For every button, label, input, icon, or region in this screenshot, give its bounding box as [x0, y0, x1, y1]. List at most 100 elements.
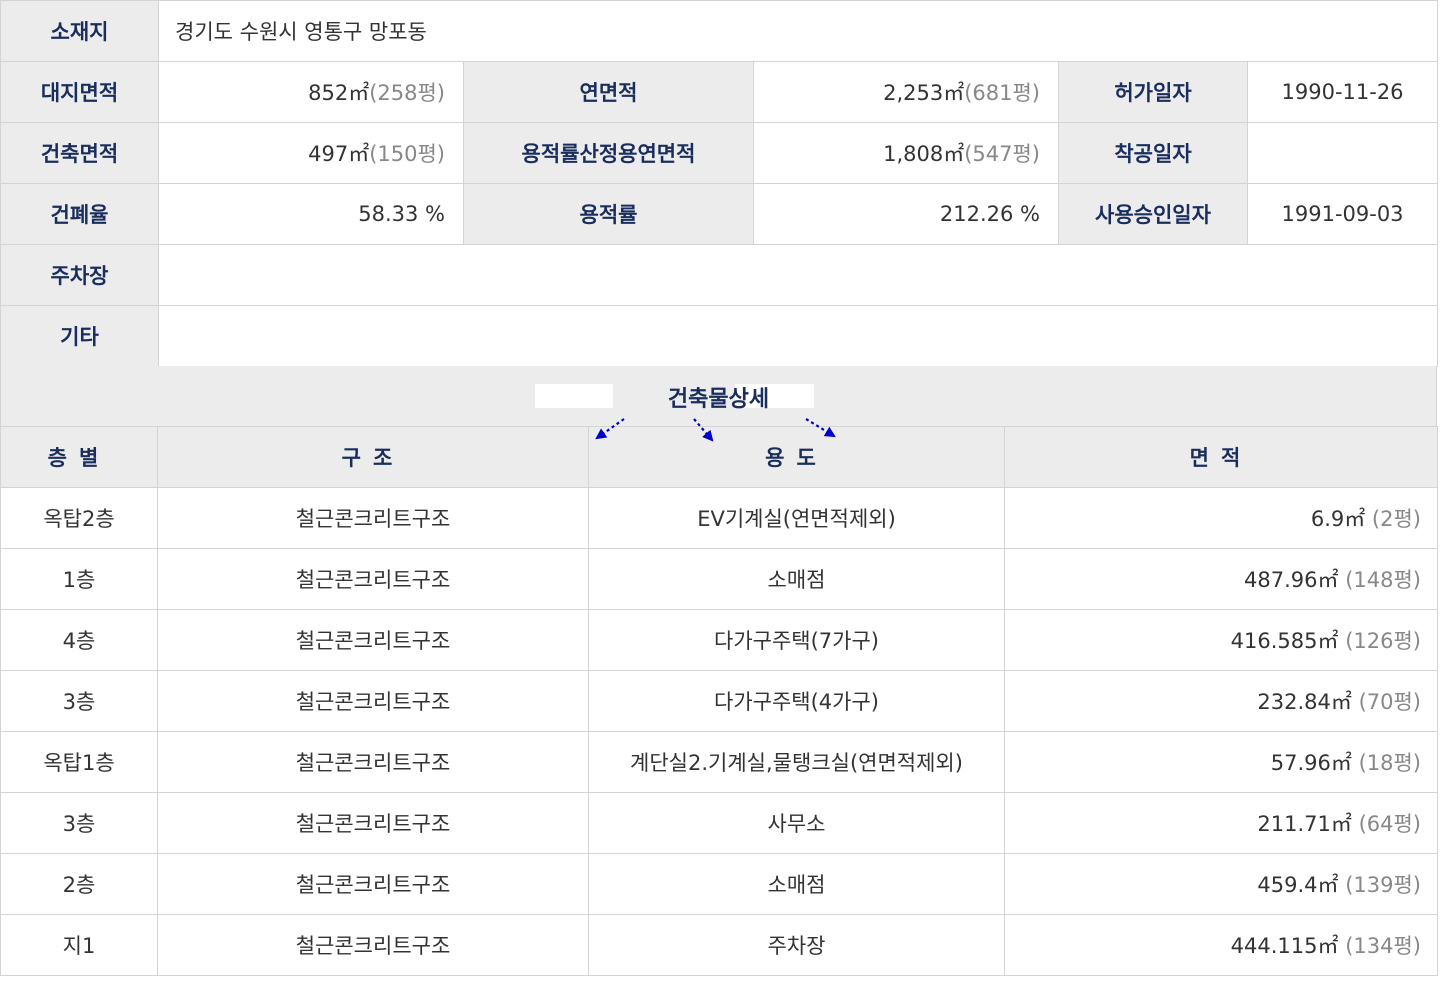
- coverage-label: 건폐율: [0, 183, 159, 245]
- area-cell: 416.585㎡ (126평): [1004, 609, 1438, 671]
- row-parking: 주차장: [0, 244, 1439, 306]
- structure-cell: 철근콘크리트구조: [157, 792, 589, 854]
- usage-cell: 다가구주택(4가구): [588, 670, 1005, 732]
- total-floor-area-cell: 2,253㎡(681평): [753, 61, 1059, 123]
- area-pyeong: (134평): [1345, 934, 1421, 958]
- etc-label: 기타: [0, 305, 159, 367]
- start-date-value: [1246, 122, 1439, 184]
- area-pyeong: (2평): [1371, 507, 1421, 531]
- floor-cell: 3층: [0, 670, 158, 732]
- structure-cell: 철근콘크리트구조: [157, 670, 589, 732]
- usage-cell: 주차장: [588, 914, 1005, 976]
- structure-cell: 철근콘크리트구조: [157, 609, 589, 671]
- area-value: 416.585㎡: [1230, 629, 1339, 653]
- area-pyeong: (70평): [1358, 690, 1421, 714]
- table-row: 4층 철근콘크리트구조 다가구주택(7가구) 416.585㎡ (126평): [0, 609, 1438, 671]
- parking-value: [157, 244, 1439, 306]
- row-location: 소재지 경기도 수원시 영통구 망포동: [0, 0, 1439, 62]
- far-floor-area-cell: 1,808㎡(547평): [753, 122, 1059, 184]
- area-pyeong: (148평): [1345, 568, 1421, 592]
- floor-cell: 3층: [0, 792, 158, 854]
- row-coverage: 건폐율 58.33 % 용적률 212.26 % 사용승인일자 1991-09-…: [0, 183, 1439, 245]
- table-row: 2층 철근콘크리트구조 소매점 459.4㎡ (139평): [0, 853, 1438, 915]
- far-floor-area-pyeong: (547평): [964, 142, 1040, 166]
- land-area-label: 대지면적: [0, 61, 159, 123]
- building-info-page: 소재지 경기도 수원시 영통구 망포동 대지면적 852㎡(258평) 연면적 …: [0, 0, 1440, 982]
- area-cell: 6.9㎡ (2평): [1004, 487, 1438, 549]
- building-area-value: 497㎡: [308, 142, 370, 166]
- building-detail-table: 층별 구조 용도 면적 옥탑2층 철근콘크리트구조 EV기계실(연면적제외) 6…: [0, 426, 1438, 976]
- coverage-value: 58.33 %: [158, 183, 464, 245]
- table-row: 3층 철근콘크리트구조 다가구주택(4가구) 232.84㎡ (70평): [0, 670, 1438, 732]
- structure-cell: 철근콘크리트구조: [157, 731, 589, 793]
- usage-cell: 다가구주택(7가구): [588, 609, 1005, 671]
- area-cell: 487.96㎡ (148평): [1004, 548, 1438, 610]
- usage-cell: 소매점: [588, 853, 1005, 915]
- table-row: 옥탑1층 철근콘크리트구조 계단실2.기계실,물탱크실(연면적제외) 57.96…: [0, 731, 1438, 793]
- total-floor-area-label: 연면적: [463, 61, 754, 123]
- area-value: 444.115㎡: [1230, 934, 1339, 958]
- row-land-area: 대지면적 852㎡(258평) 연면적 2,253㎡(681평) 허가일자 19…: [0, 61, 1439, 123]
- area-cell: 211.71㎡ (64평): [1004, 792, 1438, 854]
- total-floor-area-pyeong: (681평): [964, 81, 1040, 105]
- area-pyeong: (18평): [1358, 751, 1421, 775]
- start-date-label: 착공일자: [1058, 122, 1248, 184]
- area-value: 6.9㎡: [1310, 507, 1366, 531]
- area-value: 211.71㎡: [1257, 812, 1352, 836]
- total-floor-area-value: 2,253㎡: [883, 81, 965, 105]
- table-row: 3층 철근콘크리트구조 사무소 211.71㎡ (64평): [0, 792, 1438, 854]
- floor-cell: 옥탑1층: [0, 731, 158, 793]
- area-value: 232.84㎡: [1257, 690, 1352, 714]
- structure-cell: 철근콘크리트구조: [157, 548, 589, 610]
- far-label: 용적률: [463, 183, 754, 245]
- arrow-right-icon: [805, 418, 836, 438]
- area-cell: 232.84㎡ (70평): [1004, 670, 1438, 732]
- floor-cell: 옥탑2층: [0, 487, 158, 549]
- building-summary-table: 소재지 경기도 수원시 영통구 망포동 대지면적 852㎡(258평) 연면적 …: [0, 0, 1439, 367]
- location-label: 소재지: [0, 0, 159, 62]
- usage-cell: 계단실2.기계실,물탱크실(연면적제외): [588, 731, 1005, 793]
- structure-cell: 철근콘크리트구조: [157, 853, 589, 915]
- approval-date-label: 사용승인일자: [1058, 183, 1248, 245]
- area-cell: 459.4㎡ (139평): [1004, 853, 1438, 915]
- area-pyeong: (139평): [1345, 873, 1421, 897]
- row-building-area: 건축면적 497㎡(150평) 용적률산정용연면적 1,808㎡(547평) 착…: [0, 122, 1439, 184]
- location-value: 경기도 수원시 영통구 망포동: [157, 0, 1439, 62]
- usage-cell: 사무소: [588, 792, 1005, 854]
- arrow-left-icon: [595, 418, 625, 440]
- building-area-pyeong: (150평): [369, 142, 445, 166]
- usage-cell: EV기계실(연면적제외): [588, 487, 1005, 549]
- area-pyeong: (64평): [1358, 812, 1421, 836]
- approval-date-value: 1991-09-03: [1246, 183, 1439, 245]
- land-area-value: 852㎡: [308, 81, 370, 105]
- table-row: 1층 철근콘크리트구조 소매점 487.96㎡ (148평): [0, 548, 1438, 610]
- land-area-cell: 852㎡(258평): [158, 61, 464, 123]
- area-value: 487.96㎡: [1244, 568, 1339, 592]
- floor-cell: 2층: [0, 853, 158, 915]
- land-area-pyeong: (258평): [369, 81, 445, 105]
- parking-label: 주차장: [0, 244, 159, 306]
- floor-cell: 지1: [0, 914, 158, 976]
- structure-cell: 철근콘크리트구조: [157, 487, 589, 549]
- area-value: 57.96㎡: [1270, 751, 1352, 775]
- far-floor-area-label: 용적률산정용연면적: [463, 122, 754, 184]
- usage-cell: 소매점: [588, 548, 1005, 610]
- annotation-arrows: [595, 418, 836, 442]
- structure-cell: 철근콘크리트구조: [157, 914, 589, 976]
- permit-date-label: 허가일자: [1058, 61, 1248, 123]
- area-value: 459.4㎡: [1257, 873, 1339, 897]
- area-pyeong: (126평): [1345, 629, 1421, 653]
- row-etc: 기타: [0, 305, 1439, 367]
- table-row: 옥탑2층 철근콘크리트구조 EV기계실(연면적제외) 6.9㎡ (2평): [0, 487, 1438, 549]
- floor-cell: 4층: [0, 609, 158, 671]
- etc-value: [157, 305, 1439, 367]
- floor-cell: 1층: [0, 548, 158, 610]
- building-area-cell: 497㎡(150평): [158, 122, 464, 184]
- building-area-label: 건축면적: [0, 122, 159, 184]
- arrow-middle-icon: [693, 418, 714, 442]
- far-value: 212.26 %: [753, 183, 1059, 245]
- area-cell: 57.96㎡ (18평): [1004, 731, 1438, 793]
- area-cell: 444.115㎡ (134평): [1004, 914, 1438, 976]
- far-floor-area-value: 1,808㎡: [883, 142, 965, 166]
- table-row: 지1 철근콘크리트구조 주차장 444.115㎡ (134평): [0, 914, 1438, 976]
